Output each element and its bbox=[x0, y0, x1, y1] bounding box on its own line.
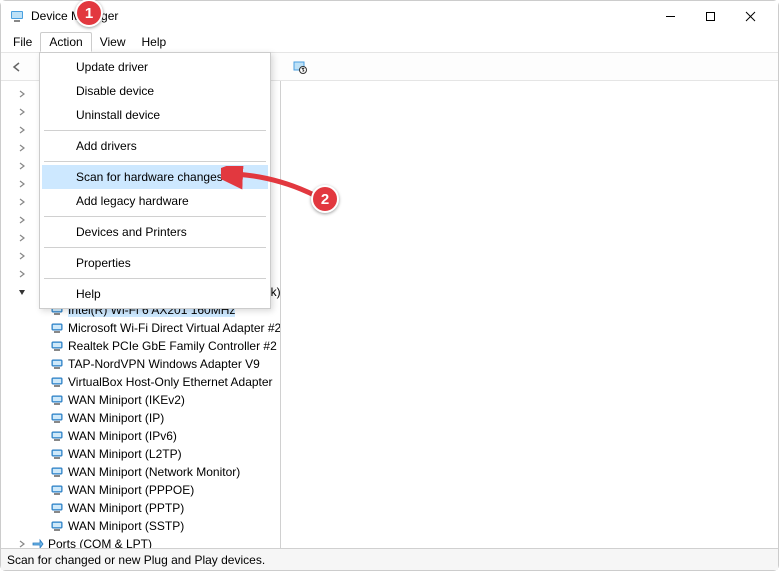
network-adapter-icon bbox=[49, 356, 65, 372]
tree-label: WAN Miniport (IKEv2) bbox=[68, 393, 185, 407]
title-bar: Device Manager bbox=[1, 1, 778, 31]
chevron-right-icon[interactable] bbox=[15, 87, 29, 101]
menu-item-uninstall-device[interactable]: Uninstall device bbox=[42, 103, 268, 127]
minimize-button[interactable] bbox=[650, 2, 690, 30]
tree-item[interactable]: Microsoft Wi-Fi Direct Virtual Adapter #… bbox=[1, 319, 280, 337]
chevron-down-icon[interactable] bbox=[15, 285, 29, 299]
menu-separator bbox=[44, 247, 266, 248]
menu-item-scan-for-hardware-changes[interactable]: Scan for hardware changes bbox=[42, 165, 268, 189]
tree-label: WAN Miniport (PPPOE) bbox=[68, 483, 194, 497]
network-adapter-icon bbox=[49, 464, 65, 480]
menu-separator bbox=[44, 278, 266, 279]
menu-separator bbox=[44, 130, 266, 131]
menu-item-add-drivers[interactable]: Add drivers bbox=[42, 134, 268, 158]
menu-help[interactable]: Help bbox=[134, 33, 175, 51]
tree-item[interactable]: VirtualBox Host-Only Ethernet Adapter bbox=[1, 373, 280, 391]
chevron-right-icon[interactable] bbox=[15, 105, 29, 119]
tree-label: WAN Miniport (Network Monitor) bbox=[68, 465, 240, 479]
network-adapter-icon bbox=[49, 500, 65, 516]
tree-item[interactable]: WAN Miniport (IPv6) bbox=[1, 427, 280, 445]
tree-item[interactable]: WAN Miniport (PPPOE) bbox=[1, 481, 280, 499]
tree-label: WAN Miniport (PPTP) bbox=[68, 501, 184, 515]
annotation-callout-2: 2 bbox=[311, 185, 339, 213]
tree-label: Microsoft Wi-Fi Direct Virtual Adapter #… bbox=[68, 321, 281, 335]
chevron-right-icon[interactable] bbox=[15, 231, 29, 245]
network-adapter-icon bbox=[49, 410, 65, 426]
chevron-right-icon[interactable] bbox=[15, 267, 29, 281]
chevron-right-icon[interactable] bbox=[15, 141, 29, 155]
tree-label: WAN Miniport (IP) bbox=[68, 411, 164, 425]
tree-item[interactable]: Realtek PCIe GbE Family Controller #2 bbox=[1, 337, 280, 355]
tree-category-ports[interactable]: Ports (COM & LPT) bbox=[1, 535, 280, 548]
status-text: Scan for changed or new Plug and Play de… bbox=[7, 553, 265, 567]
chevron-right-icon[interactable] bbox=[15, 195, 29, 209]
tree-label: WAN Miniport (IPv6) bbox=[68, 429, 177, 443]
network-adapter-icon bbox=[49, 320, 65, 336]
menu-separator bbox=[44, 161, 266, 162]
menu-separator bbox=[44, 216, 266, 217]
tree-item[interactable]: WAN Miniport (Network Monitor) bbox=[1, 463, 280, 481]
tree-item[interactable]: WAN Miniport (IKEv2) bbox=[1, 391, 280, 409]
tree-label: TAP-NordVPN Windows Adapter V9 bbox=[68, 357, 260, 371]
network-adapter-icon bbox=[49, 374, 65, 390]
app-icon bbox=[9, 8, 25, 24]
menu-item-update-driver[interactable]: Update driver bbox=[42, 55, 268, 79]
annotation-callout-1: 1 bbox=[75, 0, 103, 27]
tree-item[interactable]: TAP-NordVPN Windows Adapter V9 bbox=[1, 355, 280, 373]
network-adapter-icon bbox=[49, 446, 65, 462]
maximize-button[interactable] bbox=[690, 2, 730, 30]
chevron-right-icon[interactable] bbox=[15, 159, 29, 173]
scan-hardware-button[interactable] bbox=[288, 55, 312, 79]
menu-file[interactable]: File bbox=[5, 33, 40, 51]
menu-item-help[interactable]: Help bbox=[42, 282, 268, 306]
tree-label: WAN Miniport (L2TP) bbox=[68, 447, 182, 461]
network-adapter-icon bbox=[49, 518, 65, 534]
menu-action[interactable]: Action bbox=[40, 32, 91, 52]
tree-item[interactable]: WAN Miniport (SSTP) bbox=[1, 517, 280, 535]
action-menu-dropdown: Update driverDisable deviceUninstall dev… bbox=[39, 52, 271, 309]
network-adapter-icon bbox=[49, 338, 65, 354]
ports-icon bbox=[29, 536, 45, 548]
status-bar: Scan for changed or new Plug and Play de… bbox=[1, 548, 778, 570]
menu-bar: FileActionViewHelp bbox=[1, 31, 778, 53]
tree-label: VirtualBox Host-Only Ethernet Adapter bbox=[68, 375, 273, 389]
chevron-right-icon[interactable] bbox=[15, 177, 29, 191]
network-adapter-icon bbox=[49, 428, 65, 444]
back-button[interactable] bbox=[5, 55, 29, 79]
window-controls bbox=[650, 2, 770, 30]
tree-item[interactable]: WAN Miniport (IP) bbox=[1, 409, 280, 427]
chevron-right-icon[interactable] bbox=[15, 537, 29, 548]
tree-label: Ports (COM & LPT) bbox=[48, 537, 152, 548]
tree-item[interactable]: WAN Miniport (PPTP) bbox=[1, 499, 280, 517]
network-adapter-icon bbox=[49, 392, 65, 408]
menu-item-add-legacy-hardware[interactable]: Add legacy hardware bbox=[42, 189, 268, 213]
chevron-right-icon[interactable] bbox=[15, 213, 29, 227]
chevron-right-icon[interactable] bbox=[15, 123, 29, 137]
detail-panel bbox=[281, 81, 778, 548]
network-adapter-icon bbox=[49, 482, 65, 498]
tree-label: WAN Miniport (SSTP) bbox=[68, 519, 184, 533]
close-button[interactable] bbox=[730, 2, 770, 30]
menu-view[interactable]: View bbox=[92, 33, 134, 51]
menu-item-disable-device[interactable]: Disable device bbox=[42, 79, 268, 103]
tree-label: Realtek PCIe GbE Family Controller #2 bbox=[68, 339, 277, 353]
window-title: Device Manager bbox=[31, 9, 650, 23]
menu-item-devices-and-printers[interactable]: Devices and Printers bbox=[42, 220, 268, 244]
tree-item[interactable]: WAN Miniport (L2TP) bbox=[1, 445, 280, 463]
menu-item-properties[interactable]: Properties bbox=[42, 251, 268, 275]
chevron-right-icon[interactable] bbox=[15, 249, 29, 263]
